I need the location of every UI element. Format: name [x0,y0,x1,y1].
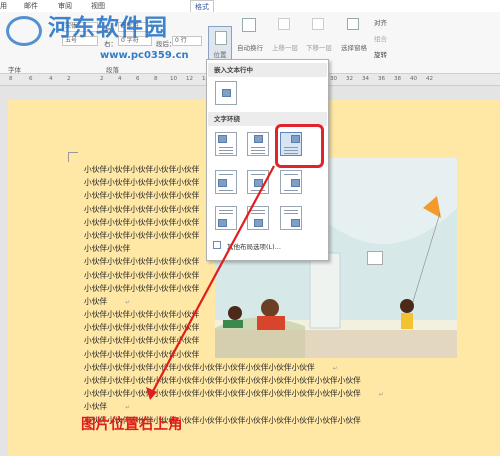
annotation-caption: 图片位置右上角 [81,417,183,433]
annotation-arrow [146,165,275,400]
